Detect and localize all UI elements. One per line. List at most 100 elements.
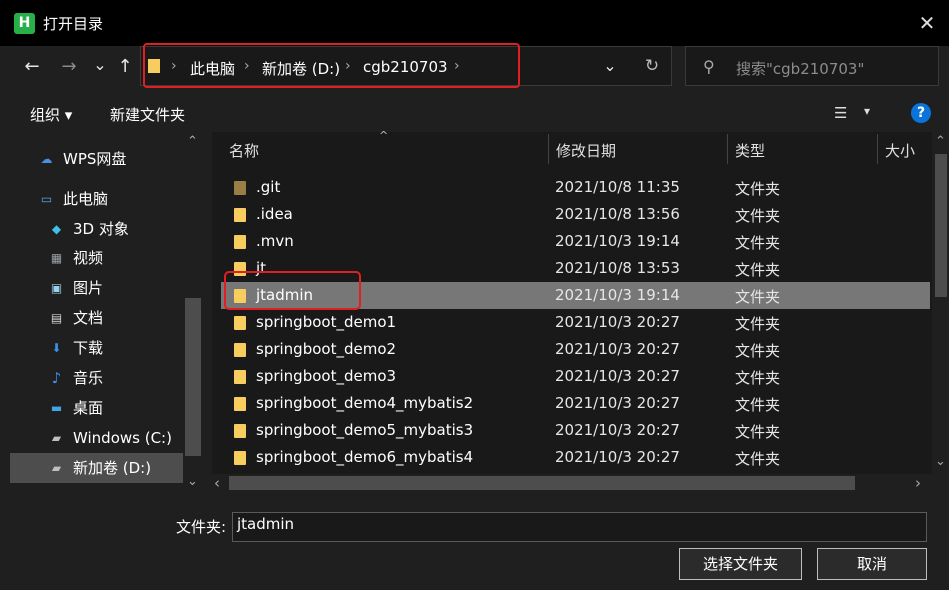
column-divider[interactable] [727, 134, 728, 164]
scroll-down-icon[interactable]: ⌄ [935, 454, 946, 469]
scroll-up-icon[interactable]: ⌃ [187, 134, 198, 149]
column-header-size[interactable]: 大小 [885, 140, 915, 161]
tree-item-label: WPS网盘 [63, 150, 127, 168]
recent-locations-button[interactable]: ⌄ [90, 55, 110, 74]
cancel-button[interactable]: 取消 [817, 548, 927, 580]
title-bar [0, 0, 949, 46]
tree-item-windows-c[interactable]: ▰ Windows (C:) [10, 423, 183, 453]
list-item[interactable]: .idea 2021/10/8 13:56 文件夹 [221, 201, 930, 228]
column-divider[interactable] [877, 134, 878, 164]
close-button[interactable]: ✕ [910, 8, 944, 38]
list-item[interactable]: .mvn 2021/10/3 19:14 文件夹 [221, 228, 930, 255]
scroll-down-icon[interactable]: ⌄ [187, 474, 198, 489]
tree-item-3d-objects[interactable]: ◆ 3D 对象 [10, 214, 183, 244]
list-item[interactable]: springboot_demo2 2021/10/3 20:27 文件夹 [221, 336, 930, 363]
folder-icon [234, 316, 246, 330]
file-name: springboot_demo1 [256, 313, 397, 331]
video-icon: ▦ [50, 251, 63, 265]
tree-item-drive-d[interactable]: ▰ 新加卷 (D:) [10, 453, 183, 483]
up-button[interactable]: ↑ [115, 56, 135, 77]
file-name: springboot_demo5_mybatis3 [256, 421, 474, 439]
file-date: 2021/10/3 20:27 [555, 313, 680, 331]
file-list-vertical-thumb[interactable] [935, 154, 947, 297]
organize-button[interactable]: 组织 ▾ [30, 104, 72, 125]
file-date: 2021/10/3 19:14 [555, 286, 680, 304]
column-header-type[interactable]: 类型 [735, 140, 765, 161]
file-date: 2021/10/8 13:56 [555, 205, 680, 223]
desktop-icon: ▬ [50, 401, 63, 415]
file-type: 文件夹 [735, 315, 781, 333]
file-name: .git [256, 178, 281, 196]
list-item[interactable]: springboot_demo4_mybatis2 2021/10/3 20:2… [221, 390, 930, 417]
scroll-left-icon[interactable]: ‹ [214, 474, 220, 492]
new-folder-button[interactable]: 新建文件夹 [110, 104, 185, 125]
list-item[interactable]: .git 2021/10/8 11:35 文件夹 [221, 174, 930, 201]
list-item[interactable]: springboot_demo5_mybatis3 2021/10/3 20:2… [221, 417, 930, 444]
tree-item-videos[interactable]: ▦ 视频 [10, 243, 183, 273]
app-icon: H [14, 13, 35, 34]
list-item[interactable]: springboot_demo3 2021/10/3 20:27 文件夹 [221, 363, 930, 390]
file-date: 2021/10/3 19:14 [555, 232, 680, 250]
folder-icon [234, 181, 246, 195]
tree-item-this-pc[interactable]: ▭ 此电脑 [10, 184, 183, 214]
file-type: 文件夹 [735, 261, 781, 279]
tree-item-label: 桌面 [73, 399, 104, 417]
search-icon: ⚲ [703, 57, 715, 76]
tree-item-desktop[interactable]: ▬ 桌面 [10, 393, 183, 423]
forward-button[interactable]: → [57, 56, 81, 77]
back-button[interactable]: ← [20, 56, 44, 77]
folder-icon [234, 424, 246, 438]
tree-item-label: 图片 [73, 279, 104, 297]
tree-item-wps-cloud[interactable]: ☁ WPS网盘 [10, 144, 183, 174]
search-input[interactable]: 搜索"cgb210703" [736, 58, 864, 79]
folder-icon [234, 343, 246, 357]
tree-item-label: 文档 [73, 309, 104, 327]
picture-icon: ▣ [50, 281, 63, 295]
tree-item-pictures[interactable]: ▣ 图片 [10, 273, 183, 303]
folder-icon [234, 208, 246, 222]
file-date: 2021/10/3 20:27 [555, 367, 680, 385]
file-date: 2021/10/3 20:27 [555, 394, 680, 412]
column-divider[interactable] [548, 134, 549, 164]
file-date: 2021/10/3 20:27 [555, 340, 680, 358]
tree-item-label: 音乐 [73, 369, 104, 387]
selection-highlight-box [224, 271, 361, 310]
music-icon: ♪ [51, 369, 62, 387]
scroll-up-icon[interactable]: ⌃ [935, 134, 946, 149]
file-list-horizontal-thumb[interactable] [229, 476, 855, 490]
tree-item-documents[interactable]: ▤ 文档 [10, 303, 183, 333]
folder-icon [234, 397, 246, 411]
list-item[interactable]: springboot_demo6_mybatis4 2021/10/3 20:2… [221, 444, 930, 471]
cube-icon: ◆ [51, 222, 62, 236]
column-header-name[interactable]: 名称 [229, 140, 259, 161]
drive-icon: ▰ [51, 431, 62, 445]
file-type: 文件夹 [735, 423, 781, 441]
column-header-date[interactable]: 修改日期 [556, 140, 616, 161]
address-highlight-box [143, 43, 520, 88]
scroll-right-icon[interactable]: › [915, 474, 921, 492]
address-dropdown-button[interactable]: ⌄ [600, 56, 620, 75]
file-type: 文件夹 [735, 450, 781, 468]
folder-icon [234, 451, 246, 465]
tree-item-downloads[interactable]: ⬇ 下载 [10, 333, 183, 363]
refresh-button[interactable]: ↻ [640, 56, 664, 76]
tree-item-music[interactable]: ♪ 音乐 [10, 363, 183, 393]
file-type: 文件夹 [735, 369, 781, 387]
select-folder-button[interactable]: 选择文件夹 [679, 548, 802, 580]
navigation-scrollbar-thumb[interactable] [185, 298, 201, 456]
view-dropdown-button[interactable]: ▾ [864, 104, 870, 118]
list-item[interactable]: springboot_demo1 2021/10/3 20:27 文件夹 [221, 309, 930, 336]
download-icon: ⬇ [51, 341, 62, 355]
tree-item-label: 此电脑 [63, 190, 109, 208]
file-name: springboot_demo3 [256, 367, 397, 385]
computer-icon: ▭ [40, 192, 53, 206]
folder-name-input[interactable]: jtadmin [232, 512, 927, 542]
file-name: .idea [256, 205, 293, 223]
folder-icon [234, 370, 246, 384]
file-name: .mvn [256, 232, 294, 250]
file-date: 2021/10/8 13:53 [555, 259, 680, 277]
view-options-icon[interactable]: ☰ [834, 104, 847, 122]
help-button[interactable]: ? [911, 103, 931, 123]
file-name: springboot_demo2 [256, 340, 397, 358]
file-date: 2021/10/3 20:27 [555, 421, 680, 439]
